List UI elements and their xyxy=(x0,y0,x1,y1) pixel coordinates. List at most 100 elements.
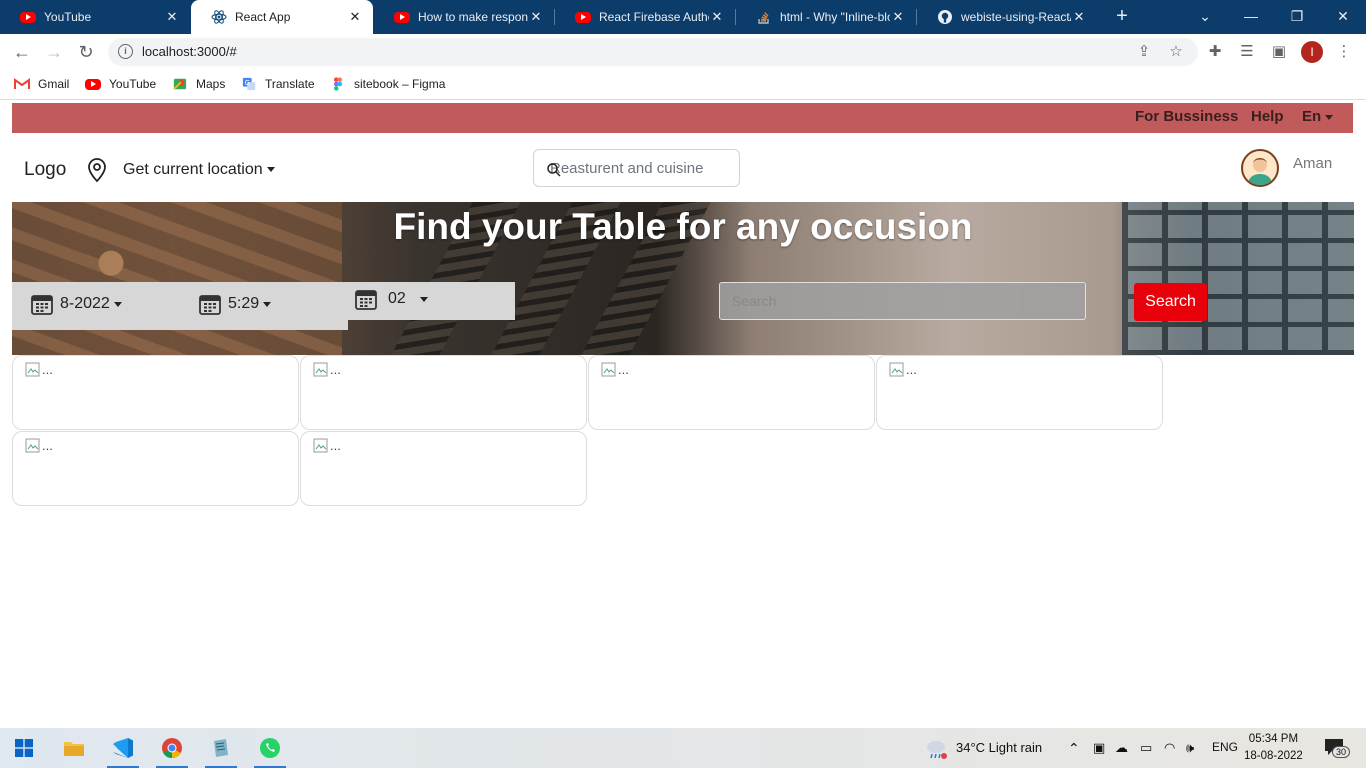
restore-icon[interactable]: ❐ xyxy=(1274,0,1320,34)
close-tab-icon[interactable]: ✕ xyxy=(347,9,363,25)
chevron-down-icon xyxy=(113,301,122,307)
close-tab-icon[interactable]: ✕ xyxy=(528,9,544,25)
volume-icon[interactable]: 🕪 xyxy=(1186,740,1194,756)
show-hidden-icons-chevron-icon[interactable]: ⌃ xyxy=(1068,740,1080,757)
help-link[interactable]: Help xyxy=(1251,108,1284,125)
notepad-logo-icon xyxy=(214,739,228,757)
weather-rain-icon[interactable] xyxy=(924,738,948,760)
minimize-icon[interactable]: — xyxy=(1228,0,1274,34)
bookmark-gmail[interactable]: Gmail xyxy=(14,77,69,91)
site-info-icon[interactable]: i xyxy=(118,44,133,59)
restaurant-card[interactable]: ... xyxy=(12,355,299,430)
tab-how-to-make-responsive[interactable]: How to make respons ✕ xyxy=(374,0,554,34)
bookmark-star-icon[interactable]: ☆ xyxy=(1166,42,1186,62)
time-dropdown[interactable]: 5:29 xyxy=(198,292,272,316)
tab-stackoverflow[interactable]: html - Why "Inline-blo ✕ xyxy=(736,0,916,34)
broken-image: ... xyxy=(889,362,917,378)
close-tab-icon[interactable]: ✕ xyxy=(709,9,725,25)
close-tab-icon[interactable]: ✕ xyxy=(1071,9,1087,25)
youtube-icon xyxy=(575,11,591,23)
bookmark-youtube[interactable]: YouTube xyxy=(85,77,156,91)
search-button[interactable]: Search xyxy=(1134,283,1207,321)
for-business-link[interactable]: For Bussiness xyxy=(1135,108,1238,125)
broken-image-icon xyxy=(889,362,904,377)
hero-title: Find your Table for any occusion xyxy=(393,206,973,247)
top-utility-bar: For Bussiness Help En xyxy=(12,103,1353,133)
tab-title: webiste-using-React/C xyxy=(961,10,1071,24)
notepad-icon[interactable] xyxy=(199,728,243,768)
language-dropdown[interactable]: En xyxy=(1302,108,1334,125)
location-dropdown[interactable]: Get current location xyxy=(123,161,275,179)
tab-title: React App xyxy=(235,10,291,24)
url-text: localhost:3000/# xyxy=(142,44,237,59)
forward-arrow-icon[interactable]: → xyxy=(42,40,66,64)
share-icon[interactable]: ⇪ xyxy=(1134,42,1154,62)
tab-github[interactable]: webiste-using-React/C ✕ xyxy=(917,0,1097,34)
reload-icon[interactable]: ↻ xyxy=(74,40,98,64)
bookmark-translate[interactable]: G Translate xyxy=(241,77,315,91)
wifi-icon[interactable]: ◠ xyxy=(1164,740,1175,756)
file-explorer-icon[interactable] xyxy=(52,728,96,768)
broken-image-icon xyxy=(25,362,40,377)
address-bar[interactable]: i localhost:3000/# ⇪ ☆ xyxy=(108,38,1198,66)
back-arrow-icon[interactable]: ← xyxy=(10,40,34,64)
meet-now-icon[interactable]: ▣ xyxy=(1093,740,1105,756)
user-name[interactable]: Aman xyxy=(1293,155,1332,172)
restaurant-card[interactable]: ... xyxy=(12,431,299,506)
bookmark-figma[interactable]: sitebook – Figma xyxy=(330,77,445,91)
bookmark-maps[interactable]: Maps xyxy=(172,77,225,91)
vscode-icon[interactable] xyxy=(101,728,145,768)
tab-react-app[interactable]: React App ✕ xyxy=(191,0,373,34)
date-dropdown[interactable]: 8-2022 xyxy=(30,292,122,316)
user-avatar[interactable] xyxy=(1241,149,1279,187)
time-value: 5:29 xyxy=(228,295,260,312)
bookmark-label: Gmail xyxy=(38,77,70,91)
maps-icon xyxy=(173,78,187,90)
site-logo[interactable]: Logo xyxy=(24,159,66,181)
reading-list-icon[interactable]: ☰ xyxy=(1237,42,1257,62)
date-value: 8-2022 xyxy=(60,295,110,312)
battery-icon[interactable]: ▭ xyxy=(1140,740,1152,756)
user-avatar-icon xyxy=(1248,158,1272,185)
extensions-puzzle-icon[interactable]: ✚ xyxy=(1205,42,1225,62)
windows-logo-icon xyxy=(15,739,33,757)
chrome-icon[interactable] xyxy=(150,728,194,768)
restaurant-card[interactable]: ... xyxy=(300,355,587,430)
profile-avatar[interactable]: I xyxy=(1301,41,1323,63)
weather-text[interactable]: 34°C Light rain xyxy=(956,740,1042,755)
hero-search-input[interactable]: Search xyxy=(719,282,1086,320)
broken-image-icon xyxy=(25,438,40,453)
tab-youtube[interactable]: YouTube ✕ xyxy=(0,0,190,34)
hero-banner: Find your Table for any occusion 8-2022 … xyxy=(12,202,1354,355)
system-clock[interactable]: 05:34 PM 18-08-2022 xyxy=(1244,731,1303,765)
close-tab-icon[interactable]: ✕ xyxy=(164,9,180,25)
broken-image-icon xyxy=(601,362,616,377)
onedrive-cloud-icon[interactable]: ☁ xyxy=(1115,740,1128,756)
whatsapp-icon[interactable] xyxy=(248,728,292,768)
youtube-icon xyxy=(20,11,36,23)
hero-search-placeholder: Search xyxy=(732,293,777,309)
bookmarks-bar: Gmail YouTube Maps G Translate sitebook … xyxy=(0,70,1366,100)
location-pin-icon xyxy=(88,158,106,183)
menu-kebab-icon[interactable]: ⋮ xyxy=(1334,42,1354,62)
windows-start-icon[interactable] xyxy=(2,728,46,768)
tab-search-chevron-icon[interactable]: ⌄ xyxy=(1182,0,1228,34)
input-language[interactable]: ENG xyxy=(1212,740,1238,754)
restaurant-search-input[interactable]: Reasturent and cuisine xyxy=(533,149,740,187)
new-tab-plus-icon[interactable]: + xyxy=(1110,5,1134,29)
broken-image: ... xyxy=(25,438,53,454)
broken-image-icon xyxy=(313,362,328,377)
tab-react-firebase[interactable]: React Firebase Authen ✕ xyxy=(555,0,735,34)
restaurant-card[interactable]: ... xyxy=(876,355,1163,430)
image-alt-text: ... xyxy=(330,438,341,453)
close-window-icon[interactable]: ✕ xyxy=(1320,0,1366,34)
image-alt-text: ... xyxy=(42,438,53,453)
restaurant-card[interactable]: ... xyxy=(300,431,587,506)
restaurant-card[interactable]: ... xyxy=(588,355,875,430)
calendar-icon xyxy=(31,295,53,315)
close-tab-icon[interactable]: ✕ xyxy=(890,9,906,25)
party-size-dropdown[interactable]: 02 xyxy=(354,287,428,311)
notifications-button[interactable]: 30 xyxy=(1324,738,1352,760)
broken-image-icon xyxy=(313,438,328,453)
side-panel-icon[interactable]: ▣ xyxy=(1269,42,1289,62)
